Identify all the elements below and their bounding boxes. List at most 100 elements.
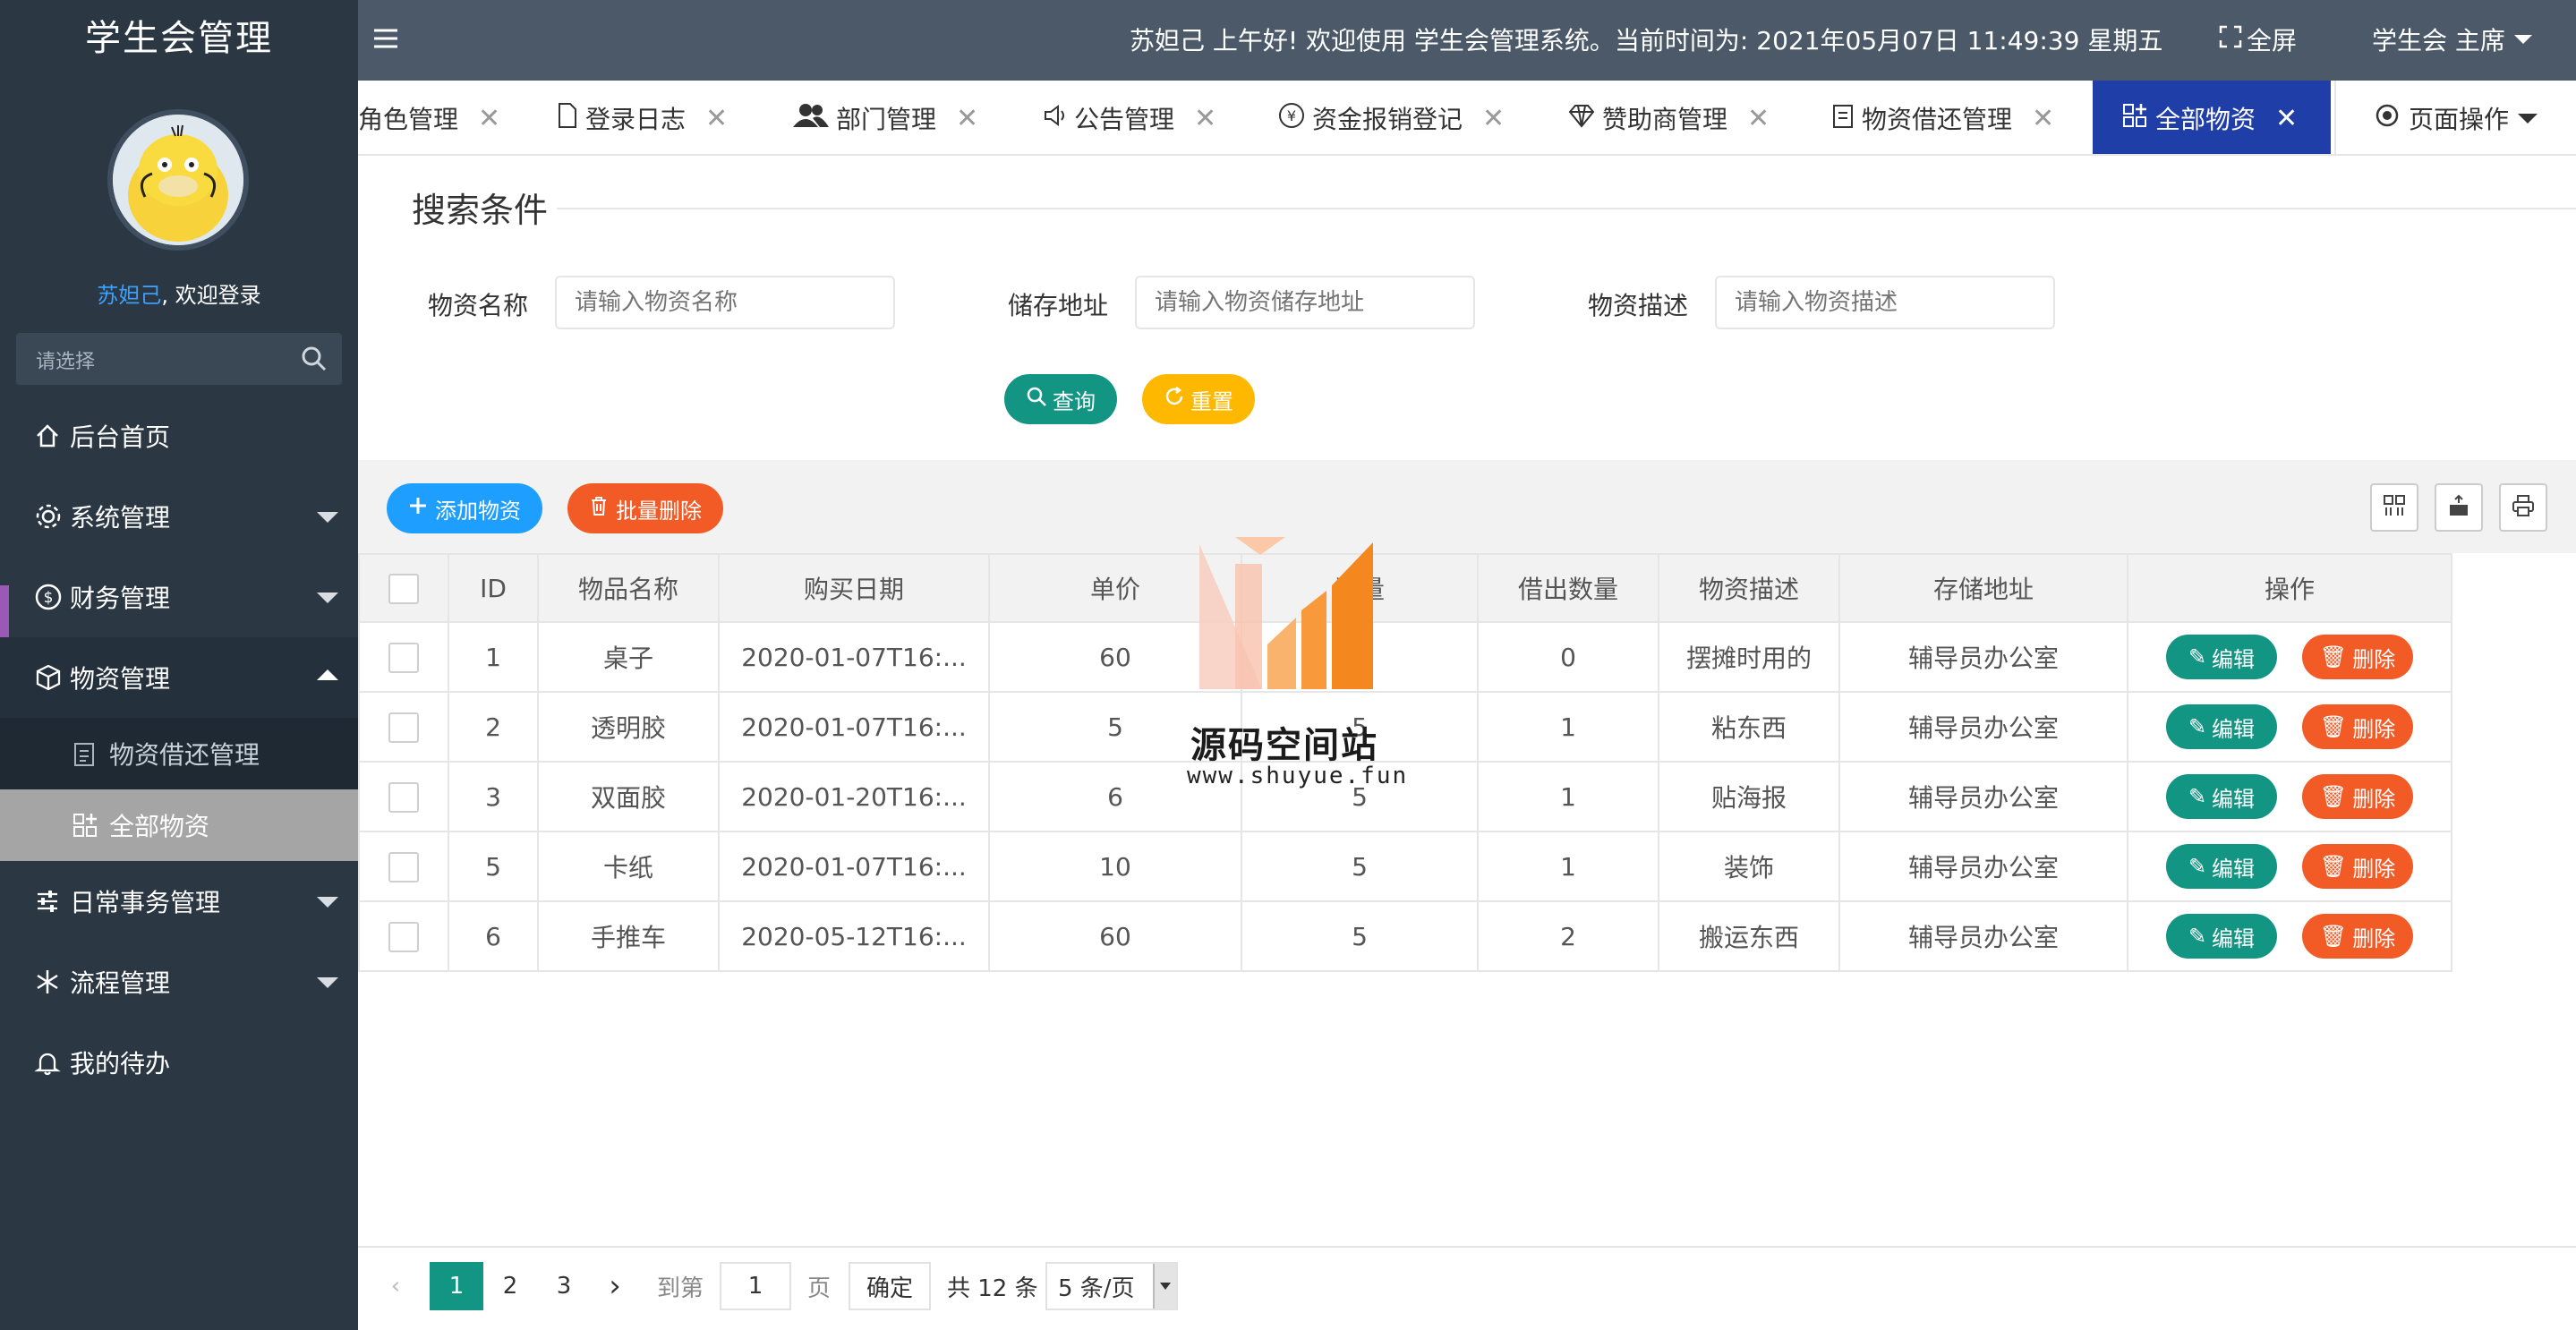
search-panel: 搜索条件 物资名称 储存地址 物资描述 查询 重置 — [358, 156, 2576, 460]
goto-page-input[interactable]: 1 — [720, 1262, 791, 1310]
page-size-select[interactable]: 5 条/页 — [1045, 1262, 1178, 1310]
edit-button[interactable]: ✎ 编辑 — [2166, 844, 2277, 889]
goto-label: 到第 — [657, 1275, 704, 1302]
sidebar-item-home[interactable]: 后台首页 — [0, 396, 358, 476]
next-page-button[interactable]: › — [593, 1262, 637, 1310]
tab-login-log[interactable]: 登录日志 ✕ — [557, 81, 728, 154]
cell-purchase-date: 2020-05-12T16:... — [718, 900, 990, 972]
sidebar-subitem-all-materials[interactable]: 全部物资 — [0, 789, 358, 861]
page-button-active[interactable]: 1 — [430, 1262, 483, 1310]
search-icon — [1026, 386, 1047, 413]
columns-filter-button[interactable] — [2370, 483, 2418, 532]
storage-address-input[interactable] — [1135, 276, 1475, 329]
query-button[interactable]: 查询 — [1004, 374, 1117, 424]
delete-button[interactable]: 🗑 删除 — [2302, 704, 2413, 749]
total-count: 共 12 条 — [947, 1275, 1038, 1302]
goto-confirm-button[interactable]: 确定 — [849, 1262, 931, 1310]
cell-lent-quantity: 1 — [1477, 831, 1659, 902]
material-description-input[interactable] — [1715, 276, 2055, 329]
sidebar-item-finance[interactable]: $ 财务管理 — [0, 557, 358, 641]
prev-page-button[interactable]: ‹ — [380, 1262, 412, 1310]
tab-borrow[interactable]: 物资借还管理 ✕ — [1831, 81, 2054, 154]
export-button[interactable] — [2435, 483, 2483, 532]
sidebar-item-daily[interactable]: 日常事务管理 — [0, 861, 358, 942]
close-icon[interactable]: ✕ — [956, 103, 978, 134]
user-role-label: 学生会 主席 — [2372, 26, 2505, 55]
column-header[interactable]: 物资描述 — [1658, 553, 1840, 623]
batch-delete-button[interactable]: 批量删除 — [567, 483, 723, 533]
tab-departments[interactable]: 部门管理 ✕ — [793, 81, 978, 154]
sidebar-search-input[interactable]: 请选择 — [16, 333, 342, 385]
close-icon[interactable]: ✕ — [478, 103, 500, 134]
material-name-input[interactable] — [555, 276, 895, 329]
select-all-checkbox[interactable] — [388, 573, 419, 604]
radio-dot-icon — [2375, 103, 2400, 134]
reset-button[interactable]: 重置 — [1142, 374, 1255, 424]
tab-announcements[interactable]: 公告管理 ✕ — [1042, 81, 1216, 154]
chevron-down-icon — [317, 897, 338, 908]
cell-purchase-date: 2020-01-20T16:... — [718, 761, 990, 832]
column-header: 操作 — [2127, 553, 2452, 623]
grid-plus-icon — [72, 812, 109, 839]
fullscreen-label: 全屏 — [2247, 26, 2298, 55]
user-menu[interactable]: 学生会 主席 — [2372, 21, 2532, 57]
page-button[interactable]: 3 — [537, 1262, 591, 1310]
row-checkbox[interactable] — [388, 642, 419, 673]
row-checkbox[interactable] — [388, 781, 419, 813]
edit-button[interactable]: ✎ 编辑 — [2166, 704, 2277, 749]
menu-toggle-icon[interactable] — [371, 25, 401, 55]
cube-icon — [34, 663, 70, 692]
trash-icon: 🗑 — [2319, 854, 2348, 879]
cell-storage-address: 辅导员办公室 — [1838, 621, 2128, 693]
sidebar-item-process[interactable]: 流程管理 — [0, 942, 358, 1022]
delete-button[interactable]: 🗑 删除 — [2302, 774, 2413, 819]
table-row: 2 透明胶 2020-01-07T16:... 5 5 1 粘东西 辅导员办公室… — [358, 691, 2452, 763]
avatar[interactable] — [107, 109, 249, 251]
sidebar-item-system[interactable]: 系统管理 — [0, 476, 358, 557]
delete-button[interactable]: 🗑 删除 — [2302, 914, 2413, 959]
select-all-checkbox-cell[interactable] — [358, 553, 449, 623]
row-checkbox[interactable] — [388, 851, 419, 882]
close-icon[interactable]: ✕ — [2032, 103, 2054, 134]
cell-storage-address: 辅导员办公室 — [1838, 900, 2128, 972]
fullscreen-button[interactable]: 全屏 — [2218, 21, 2297, 57]
column-header[interactable]: 物品名称 — [537, 553, 720, 623]
add-material-button[interactable]: 添加物资 — [387, 483, 542, 533]
close-icon[interactable]: ✕ — [1194, 103, 1216, 134]
add-material-label: 添加物资 — [435, 498, 521, 524]
edit-label: 编辑 — [2212, 925, 2256, 951]
tab-all-materials[interactable]: 全部物资 ✕ — [2093, 81, 2331, 154]
edit-button[interactable]: ✎ 编辑 — [2166, 774, 2277, 819]
edit-button[interactable]: ✎ 编辑 — [2166, 914, 2277, 959]
edit-button[interactable]: ✎ 编辑 — [2166, 635, 2277, 679]
sidebar-search-placeholder: 请选择 — [36, 351, 96, 373]
row-checkbox[interactable] — [388, 712, 419, 743]
close-icon[interactable]: ✕ — [1482, 103, 1505, 134]
delete-button[interactable]: 🗑 删除 — [2302, 844, 2413, 889]
table-toolbar: 添加物资 批量删除 — [358, 460, 2576, 553]
close-icon[interactable]: ✕ — [1747, 103, 1770, 134]
column-header[interactable]: ID — [448, 553, 539, 623]
tab-reimbursement[interactable]: ¥ 资金报销登记 ✕ — [1278, 81, 1505, 154]
close-icon[interactable]: ✕ — [2275, 103, 2298, 134]
column-header[interactable]: 借出数量 — [1477, 553, 1659, 623]
sidebar-subitem-borrow[interactable]: 物资借还管理 — [0, 718, 358, 789]
page-operations-dropdown[interactable]: 页面操作 — [2334, 81, 2576, 154]
cell-id: 2 — [448, 691, 539, 763]
edit-label: 编辑 — [2212, 856, 2256, 882]
sidebar-item-materials[interactable]: 物资管理 — [0, 637, 358, 718]
column-header[interactable]: 购买日期 — [718, 553, 990, 623]
tab-sponsors[interactable]: 赞助商管理 ✕ — [1568, 81, 1770, 154]
sidebar-item-todo[interactable]: 我的待办 — [0, 1022, 358, 1103]
search-icon[interactable] — [301, 345, 328, 376]
tab-roles[interactable]: 角色管理 ✕ — [358, 81, 500, 154]
pencil-icon: ✎ — [2188, 924, 2207, 949]
speaker-icon — [1042, 103, 1067, 134]
row-checkbox[interactable] — [388, 921, 419, 952]
material-name-label: 物资名称 — [428, 291, 529, 320]
delete-button[interactable]: 🗑 删除 — [2302, 635, 2413, 679]
column-header[interactable]: 存储地址 — [1838, 553, 2128, 623]
close-icon[interactable]: ✕ — [705, 103, 728, 134]
page-button[interactable]: 2 — [483, 1262, 537, 1310]
print-button[interactable] — [2499, 483, 2547, 532]
